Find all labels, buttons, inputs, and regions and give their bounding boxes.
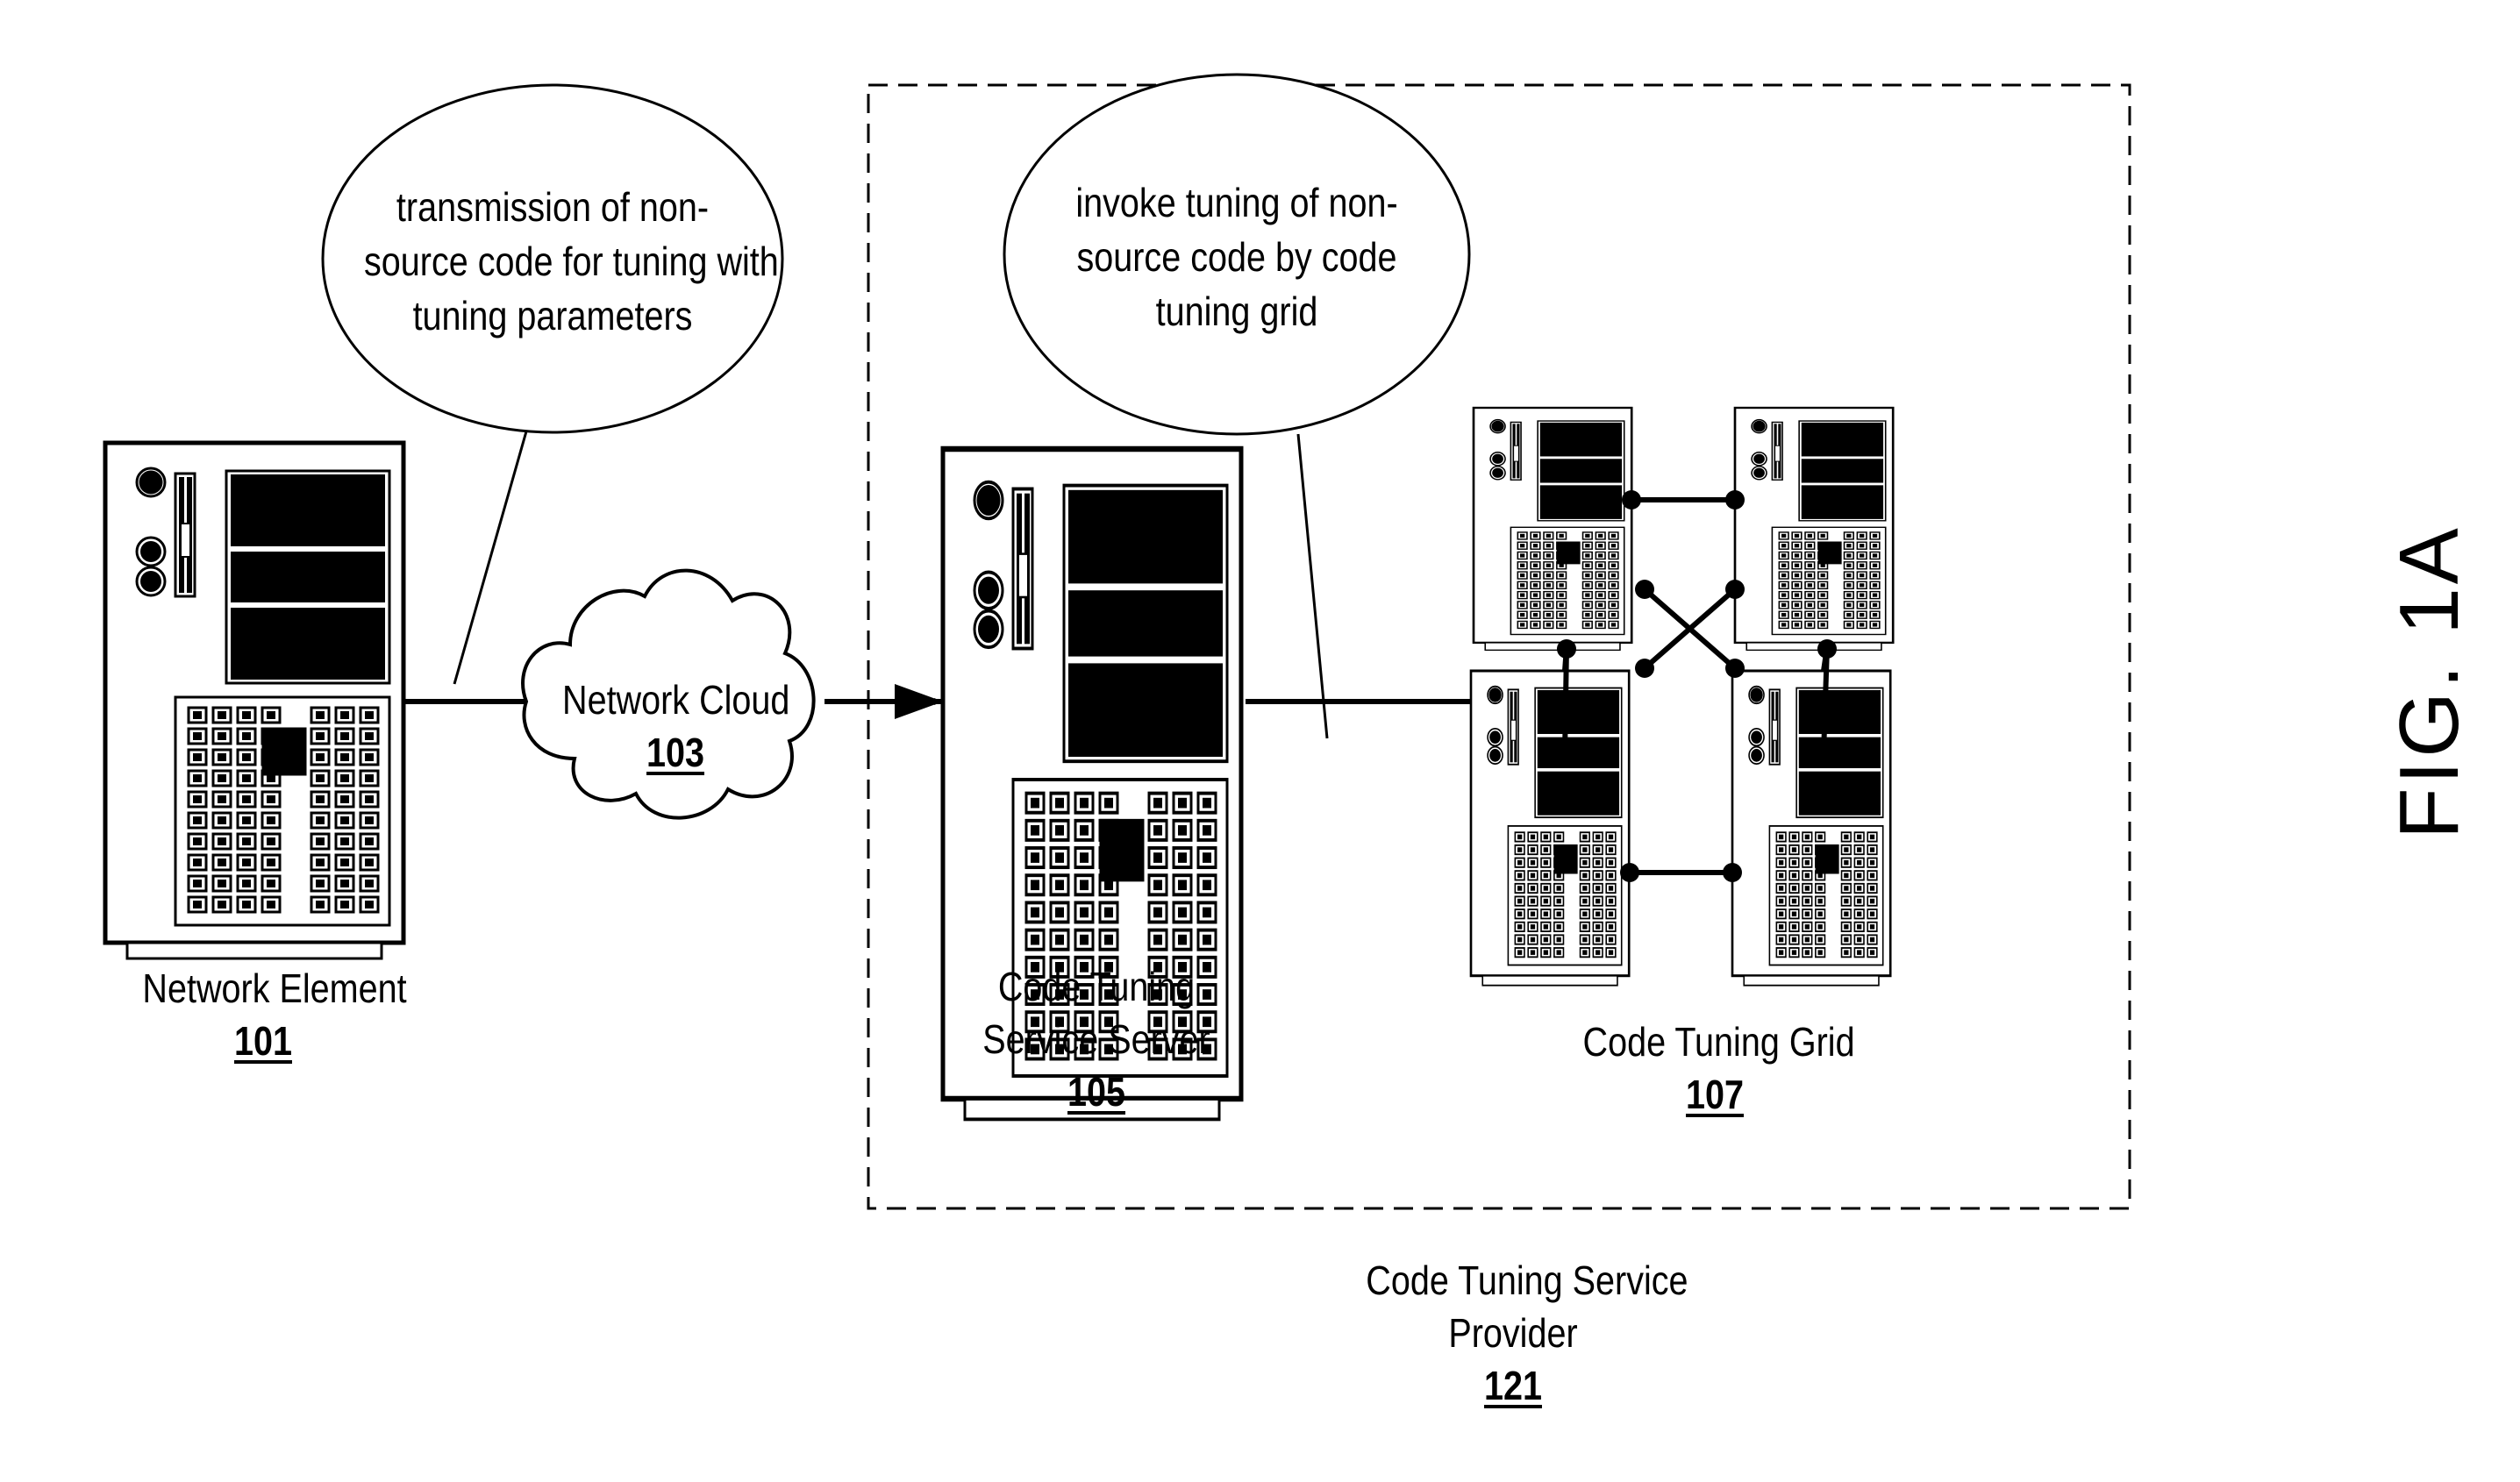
network-cloud-ref: 103 xyxy=(646,730,705,775)
service-provider-ref: 121 xyxy=(1483,1363,1543,1408)
network-element-label: Network Element 101 xyxy=(142,962,406,1067)
grid-server-top-right-icon[interactable] xyxy=(1733,406,1895,652)
callout-invoke-text: invoke tuning of non- source code by cod… xyxy=(1075,180,1398,334)
code-tuning-server-label: Code Tuning Service Server 105 xyxy=(980,960,1214,1118)
callout-transmission-text: transmission of non- source code for tun… xyxy=(364,184,779,338)
network-element-ref: 101 xyxy=(233,1018,293,1064)
service-provider-label: Code Tuning Service Provider 121 xyxy=(1366,1254,1688,1412)
grid-server-bottom-left-icon[interactable] xyxy=(1469,669,1631,987)
grid-server-top-left-icon[interactable] xyxy=(1472,406,1633,652)
figure-label: FIG. 1A xyxy=(2382,524,2476,839)
network-cloud-label: Network Cloud 103 xyxy=(562,673,789,779)
code-tuning-grid-ref: 107 xyxy=(1685,1072,1745,1117)
grid-server-bottom-right-icon[interactable] xyxy=(1731,669,1892,987)
code-tuning-grid-label: Code Tuning Grid 107 xyxy=(1583,1015,1855,1121)
code-tuning-server-ref: 105 xyxy=(1067,1069,1126,1115)
network-element-server-icon[interactable] xyxy=(105,443,403,958)
